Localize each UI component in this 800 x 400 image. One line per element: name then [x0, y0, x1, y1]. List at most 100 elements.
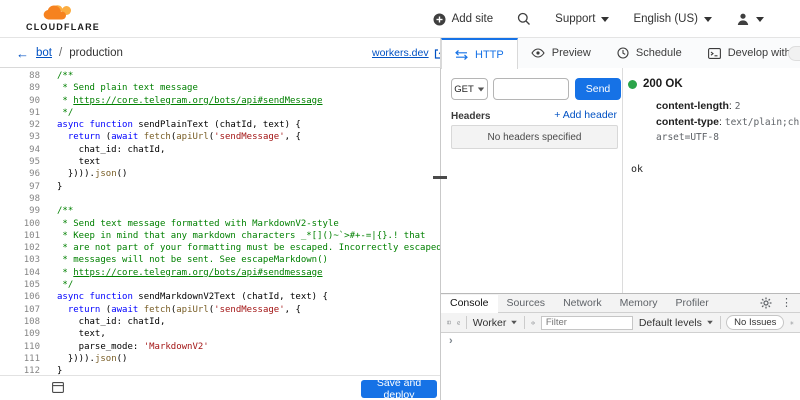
request-column: GET Send Headers + Add header No headers…	[441, 68, 623, 293]
cloudflare-logo[interactable]: CLOUDFLARE	[26, 3, 99, 35]
line-number: 96	[29, 169, 40, 180]
code-line[interactable]: 104 * https://core.telegram.org/bots/api…	[0, 267, 440, 279]
code-line[interactable]: 91 */	[0, 107, 440, 119]
code-line[interactable]: 89 * Send plain text message	[0, 82, 440, 94]
response-header-row: content-length: 2	[656, 100, 741, 112]
gear-icon[interactable]	[760, 297, 772, 309]
devtools-tab-console[interactable]: Console	[441, 294, 498, 313]
save-and-deploy-button[interactable]: Save and deploy	[361, 377, 437, 400]
status-dot-icon	[628, 79, 637, 89]
support-label: Support	[555, 13, 596, 25]
console-prompt[interactable]: ›	[449, 335, 453, 347]
code-line[interactable]: 109 text,	[0, 328, 440, 340]
line-number: 105	[23, 280, 40, 291]
console-output[interactable]: ›	[441, 333, 800, 400]
send-button[interactable]: Send	[575, 78, 621, 100]
code-line[interactable]: 92 async function sendPlainText (chatId, …	[0, 119, 440, 131]
code-line[interactable]: 112}	[0, 365, 440, 375]
search-icon[interactable]	[517, 12, 531, 26]
code-line[interactable]: 100 * Send text message formatted with M…	[0, 218, 440, 230]
code-line[interactable]: 97}	[0, 181, 440, 193]
live-expression-eye-icon[interactable]	[530, 318, 535, 328]
code-line[interactable]: 101 * Keep in mind that any markdown cha…	[0, 230, 440, 242]
devtools-tab-sources[interactable]: Sources	[498, 294, 555, 312]
devtools-tab-network[interactable]: Network	[554, 294, 611, 312]
log-levels-label: Default levels	[638, 316, 702, 329]
kebab-menu-icon[interactable]: ⋮	[781, 297, 792, 309]
no-headers-placeholder: No headers specified	[451, 125, 618, 149]
method-label: GET	[454, 83, 474, 95]
add-header-button[interactable]: + Add header	[554, 109, 617, 121]
clear-console-icon[interactable]	[456, 317, 461, 329]
account-menu[interactable]	[736, 12, 764, 26]
response-body: ok	[631, 164, 644, 175]
user-icon	[737, 13, 749, 25]
code-line[interactable]: 105 */	[0, 279, 440, 291]
code-line[interactable]: 106 async function sendMarkdownV2Text (ch…	[0, 291, 440, 303]
line-number: 90	[29, 95, 40, 106]
support-menu[interactable]: Support	[555, 13, 610, 25]
eye-icon	[531, 48, 545, 58]
code-line[interactable]: 102 * are not part of your formatting mu…	[0, 242, 440, 254]
line-number: 95	[29, 157, 40, 168]
code-line[interactable]: 88/**	[0, 70, 440, 82]
code-line[interactable]: 93 return (await fetch(apiUrl('sendMessa…	[0, 131, 440, 143]
response-column: 200 OK content-length: 2 content-type: t…	[624, 68, 800, 293]
breadcrumb-back-link[interactable]: bot	[36, 47, 52, 59]
console-sidebar-icon[interactable]	[447, 317, 451, 328]
tab-http-label: HTTP	[475, 48, 504, 61]
line-number: 97	[29, 181, 40, 192]
log-levels-selector[interactable]: Default levels	[639, 317, 714, 329]
back-arrow-icon[interactable]: ←	[16, 46, 29, 61]
context-selector[interactable]: Worker	[473, 317, 519, 329]
http-panel: GET Send Headers + Add header No headers…	[440, 68, 800, 400]
code-line[interactable]: 98	[0, 193, 440, 205]
no-issues-button[interactable]: No Issues	[726, 315, 785, 330]
request-url-input[interactable]	[493, 78, 569, 100]
devtools-tab-profiler[interactable]: Profiler	[667, 294, 718, 312]
headers-label: Headers	[451, 111, 491, 122]
line-number: 104	[23, 267, 40, 278]
clock-icon	[617, 47, 629, 59]
line-number: 88	[29, 71, 40, 81]
devtools-tab-memory[interactable]: Memory	[611, 294, 667, 312]
tab-preview[interactable]: Preview	[518, 38, 604, 68]
http-arrows-icon	[455, 49, 468, 60]
code-line[interactable]: 95 text	[0, 156, 440, 168]
line-number: 108	[23, 316, 40, 327]
code-line[interactable]: 96 }))).json()	[0, 168, 440, 180]
code-line[interactable]: 99/**	[0, 205, 440, 217]
method-select[interactable]: GET	[451, 78, 488, 100]
code-line[interactable]: 108 chat_id: chatId,	[0, 316, 440, 328]
add-site-label: Add site	[451, 13, 494, 25]
panel-tabstrip: HTTP Preview Schedule Develop with	[440, 38, 800, 69]
response-headers: content-length: 2 content-type: text/pla…	[656, 99, 800, 146]
tab-http[interactable]: HTTP	[441, 38, 518, 69]
cloudflare-cloud-icon	[43, 5, 71, 20]
line-number: 103	[23, 255, 40, 266]
console-settings-gear-icon[interactable]	[790, 317, 794, 329]
code-editor[interactable]: 88/** 89 * Send plain text message 90 * ht…	[0, 68, 440, 375]
code-line[interactable]: 110 parse_mode: 'MarkdownV2'	[0, 341, 440, 353]
code-line[interactable]: 90 * https://core.telegram.org/bots/api#…	[0, 95, 440, 107]
console-drawer-icon[interactable]	[52, 382, 64, 393]
workers-dev-link[interactable]: workers.dev	[372, 38, 445, 68]
line-number: 101	[23, 230, 40, 241]
tab-preview-label: Preview	[551, 47, 591, 59]
tab-schedule[interactable]: Schedule	[604, 38, 695, 68]
devtools-toolbar: Worker Default levels No Issues	[441, 313, 800, 333]
line-number: 100	[23, 218, 40, 229]
line-number: 102	[23, 243, 40, 254]
language-menu[interactable]: English (US)	[633, 13, 712, 25]
add-site-button[interactable]: Add site	[433, 13, 494, 26]
code-line[interactable]: 94 chat_id: chatId,	[0, 144, 440, 156]
code-line[interactable]: 103 * messages will not be sent. See esc…	[0, 254, 440, 266]
breadcrumb-separator: /	[59, 47, 63, 59]
code-line[interactable]: 107 return (await fetch(apiUrl('sendMess…	[0, 304, 440, 316]
chevron-down-icon	[601, 16, 610, 22]
pane-resize-handle[interactable]	[433, 176, 447, 179]
line-number: 98	[29, 193, 40, 204]
code-line[interactable]: 111 }))).json()	[0, 353, 440, 365]
tab-wrangler-cli[interactable]: Develop with Wrangler CLI	[695, 38, 800, 68]
console-filter-input[interactable]	[540, 315, 633, 330]
